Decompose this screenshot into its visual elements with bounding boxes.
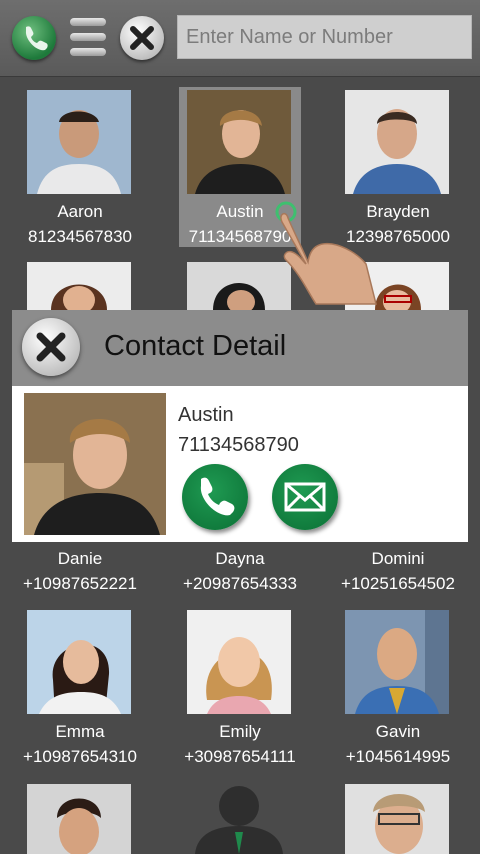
contact-photo-emily[interactable] (187, 610, 291, 714)
call-contact-button[interactable] (182, 464, 248, 530)
detail-avatar (24, 393, 166, 535)
avatar (345, 784, 449, 854)
contact-name[interactable]: Domini (318, 549, 478, 569)
detail-name: Austin (178, 404, 234, 426)
contact-name[interactable]: Emily (160, 722, 320, 742)
contact-name[interactable]: Emma (0, 722, 160, 742)
avatar (187, 610, 291, 714)
contact-number[interactable]: +10251654502 (318, 574, 478, 594)
close-icon (130, 26, 154, 50)
contact-number[interactable]: 81234567830 (0, 227, 160, 247)
menu-button[interactable] (68, 18, 108, 58)
avatar (27, 262, 131, 310)
menu-icon-bar (70, 33, 106, 41)
contact-detail-header: Contact Detail (12, 310, 468, 386)
close-icon (36, 332, 66, 362)
contact-photo-gavin[interactable] (345, 610, 449, 714)
contact-photo[interactable] (345, 784, 449, 854)
menu-icon-bar (70, 18, 106, 26)
phone-icon (200, 477, 235, 516)
contact-name[interactable]: Aaron (0, 202, 160, 222)
avatar (27, 610, 131, 714)
hand-pointer-icon (275, 201, 377, 305)
detail-number: 71134568790 (178, 434, 299, 456)
contact-photo-aaron[interactable] (27, 90, 131, 194)
search-input[interactable] (177, 15, 472, 59)
contact-photo-placeholder[interactable] (187, 784, 291, 854)
contact-photo-danie[interactable] (27, 262, 131, 310)
contact-number[interactable]: +10987654310 (0, 747, 160, 767)
avatar (27, 784, 131, 854)
contact-detail-body: Austin 71134568790 (12, 386, 468, 542)
avatar (24, 393, 166, 535)
phone-icon (25, 26, 48, 51)
contact-number[interactable]: +1045614995 (318, 747, 478, 767)
avatar (187, 90, 291, 194)
popup-title: Contact Detail (104, 330, 287, 362)
contact-number[interactable]: +10987652221 (0, 574, 160, 594)
top-bar (0, 0, 480, 77)
contact-name[interactable]: Dayna (160, 549, 320, 569)
contact-name[interactable]: Danie (0, 549, 160, 569)
message-contact-button[interactable] (272, 464, 338, 530)
contact-name[interactable]: Gavin (318, 722, 478, 742)
contact-photo[interactable] (27, 784, 131, 854)
clear-button[interactable] (120, 16, 164, 60)
contact-number[interactable]: +30987654111 (160, 747, 320, 767)
menu-icon-bar (70, 48, 106, 56)
avatar (345, 610, 449, 714)
default-avatar-icon (195, 786, 283, 854)
contact-photo-austin[interactable] (187, 90, 291, 194)
avatar (27, 90, 131, 194)
avatar (345, 90, 449, 194)
contact-number[interactable]: +20987654333 (160, 574, 320, 594)
contact-photo-emma[interactable] (27, 610, 131, 714)
envelope-icon (284, 482, 326, 512)
contact-photo-brayden[interactable] (345, 90, 449, 194)
close-detail-button[interactable] (22, 318, 80, 376)
call-button[interactable] (12, 16, 56, 60)
